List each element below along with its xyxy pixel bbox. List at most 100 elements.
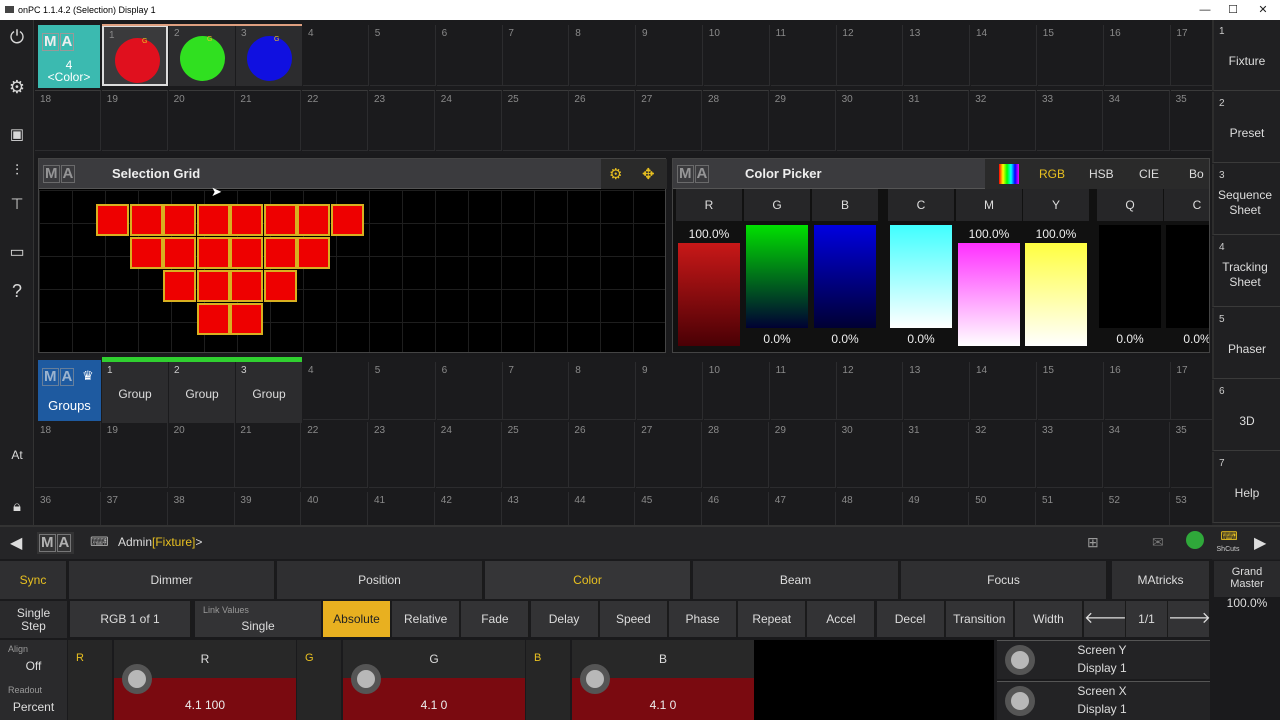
grid-fixture-cell[interactable] <box>196 237 230 269</box>
color-pool-slot[interactable]: 9 <box>637 25 703 86</box>
group-pool-slot[interactable]: 28 <box>703 422 769 488</box>
encoder-r[interactable]: R 4.1 100 <box>114 640 296 720</box>
color-fader-r[interactable]: R 100.0% <box>676 189 742 351</box>
rgb-selector[interactable]: RGB 1 of 1 <box>70 601 191 637</box>
screen-encoder-1[interactable]: Screen X Display 1 <box>997 681 1210 720</box>
view-button-fixture[interactable]: 1 Fixture <box>1212 20 1280 91</box>
color-preset-2[interactable]: 2 G <box>169 25 235 86</box>
color-fader-y[interactable]: Y 100.0% <box>1023 189 1089 351</box>
group-pool-slot[interactable]: 6 <box>436 362 503 420</box>
color-pool-slot[interactable]: 20 <box>168 90 235 151</box>
color-pool-slot[interactable]: 31 <box>903 90 970 151</box>
help-icon[interactable]: ? <box>0 274 34 308</box>
color-pool-slot[interactable]: 25 <box>502 90 569 151</box>
color-pool-slot[interactable]: 13 <box>904 25 971 86</box>
mode-decel[interactable]: Decel <box>876 601 945 637</box>
color-pool-slot[interactable]: 28 <box>703 90 769 151</box>
color-pool-slot[interactable]: 29 <box>769 90 836 151</box>
group-pool-slot[interactable]: 22 <box>302 422 369 488</box>
at-button[interactable]: At <box>0 438 34 472</box>
color-pool-slot[interactable]: 12 <box>837 25 904 86</box>
encoder-b[interactable]: B 4.1 0 <box>572 640 754 720</box>
feature-dimmer[interactable]: Dimmer <box>69 561 275 599</box>
color-preset-3[interactable]: 3 G <box>236 25 302 86</box>
color-pool-slot[interactable]: 4 <box>303 25 369 86</box>
group-pool-slot[interactable]: 4 <box>303 362 369 420</box>
view-button-sequence-sheet[interactable]: 3 Sequence Sheet <box>1212 164 1280 235</box>
feature-color[interactable]: Color <box>485 561 691 599</box>
color-pool-slot[interactable]: 11 <box>770 25 837 86</box>
color-pool-header[interactable]: MA 4 <Color> <box>38 25 100 88</box>
sync-button[interactable]: Sync <box>0 561 67 599</box>
mode-delay[interactable]: Delay <box>530 601 599 637</box>
grid-fixture-cell[interactable] <box>196 204 230 236</box>
grid-fixture-cell[interactable] <box>330 204 364 236</box>
group-pool-slot[interactable]: 29 <box>769 422 836 488</box>
color-pool-slot[interactable]: 10 <box>703 25 770 86</box>
group-pool-slot[interactable]: 26 <box>569 422 636 488</box>
color-pool-slot[interactable]: 19 <box>101 90 168 151</box>
color-pool-slot[interactable]: 34 <box>1103 90 1170 151</box>
shortcuts-icon[interactable]: ⌨ <box>1215 529 1243 543</box>
grid-fixture-cell[interactable] <box>230 237 263 269</box>
color-pool-slot[interactable]: 14 <box>971 25 1037 86</box>
grid-fixture-cell[interactable] <box>263 237 297 269</box>
minimize-button[interactable]: — <box>1190 0 1220 20</box>
grid-fixture-cell[interactable] <box>163 204 196 236</box>
screen-knob-icon[interactable] <box>1005 645 1035 675</box>
group-pool-slot[interactable]: 9 <box>637 362 703 420</box>
mode-relative[interactable]: Relative <box>392 601 461 637</box>
group-pool-slot[interactable]: 10 <box>703 362 770 420</box>
globe-icon[interactable] <box>1186 531 1204 549</box>
lock-icon[interactable]: 🔒︎ <box>0 490 34 524</box>
grid-fixture-cell[interactable] <box>129 204 163 236</box>
group-pool-slot[interactable]: 27 <box>636 422 703 488</box>
group-pool-slot[interactable]: 32 <box>970 422 1037 488</box>
gear-icon[interactable]: ⚙ <box>0 70 34 104</box>
group-pool-slot[interactable]: 12 <box>837 362 904 420</box>
back-arrow-icon[interactable]: ◀ <box>10 533 22 553</box>
move-icon[interactable]: ✥ <box>642 165 655 183</box>
mode-repeat[interactable]: Repeat <box>738 601 807 637</box>
mode-phase[interactable]: Phase <box>669 601 737 637</box>
mode-speed[interactable]: Speed <box>599 601 668 637</box>
close-button[interactable]: ✕ <box>1248 0 1278 20</box>
color-pool-slot[interactable]: 6 <box>436 25 503 86</box>
spectrum-icon[interactable] <box>999 164 1019 184</box>
readout-value[interactable]: Percent <box>0 700 67 714</box>
group-pool-slot[interactable]: 7 <box>503 362 570 420</box>
screen-encoder-0[interactable]: Screen Y Display 1 <box>997 640 1210 679</box>
align-value[interactable]: Off <box>0 659 67 673</box>
color-pool-slot[interactable]: 21 <box>235 90 302 151</box>
faders-icon[interactable]: ⫶ <box>0 154 34 188</box>
group-1[interactable]: 1 Group <box>102 362 168 423</box>
forward-arrow-icon[interactable]: ▶ <box>1254 533 1266 553</box>
color-pool-slot[interactable]: 32 <box>970 90 1037 151</box>
mode-fade[interactable]: Fade <box>461 601 530 637</box>
encoder-knob-icon[interactable] <box>351 664 381 694</box>
grid-fixture-cell[interactable] <box>263 204 297 236</box>
view-button-tracking-sheet[interactable]: 4 Tracking Sheet <box>1212 236 1280 307</box>
grid-fixture-cell[interactable] <box>263 270 297 302</box>
color-pool-slot[interactable]: 33 <box>1037 90 1103 151</box>
groups-header[interactable]: MA ♛ Groups <box>38 360 101 421</box>
color-fader-g[interactable]: G 0.0% <box>744 189 810 351</box>
grid-fixture-cell[interactable] <box>230 303 263 335</box>
group-pool-slot[interactable]: 5 <box>369 362 436 420</box>
grid-fixture-cell[interactable] <box>163 237 196 269</box>
feature-beam[interactable]: Beam <box>693 561 899 599</box>
feature-focus[interactable]: Focus <box>901 561 1107 599</box>
monitor-icon[interactable]: ▭ <box>0 236 34 270</box>
view-button-preset[interactable]: 2 Preset <box>1212 92 1280 163</box>
group-pool-slot[interactable]: 14 <box>971 362 1037 420</box>
keyboard-icon[interactable]: ⌨ <box>90 534 109 550</box>
mode-width[interactable]: Width <box>1015 601 1083 637</box>
group-pool-slot[interactable]: 25 <box>502 422 569 488</box>
grid-tools-icon[interactable]: ⚙ <box>609 165 622 183</box>
view-button-3d[interactable]: 6 3D <box>1212 380 1280 451</box>
group-pool-slot[interactable]: 33 <box>1037 422 1103 488</box>
network-icon[interactable]: ⊞ <box>1087 534 1099 551</box>
group-2[interactable]: 2 Group <box>169 362 235 423</box>
power-icon[interactable]: ⏻ <box>0 20 34 54</box>
color-pool-slot[interactable]: 27 <box>636 90 703 151</box>
